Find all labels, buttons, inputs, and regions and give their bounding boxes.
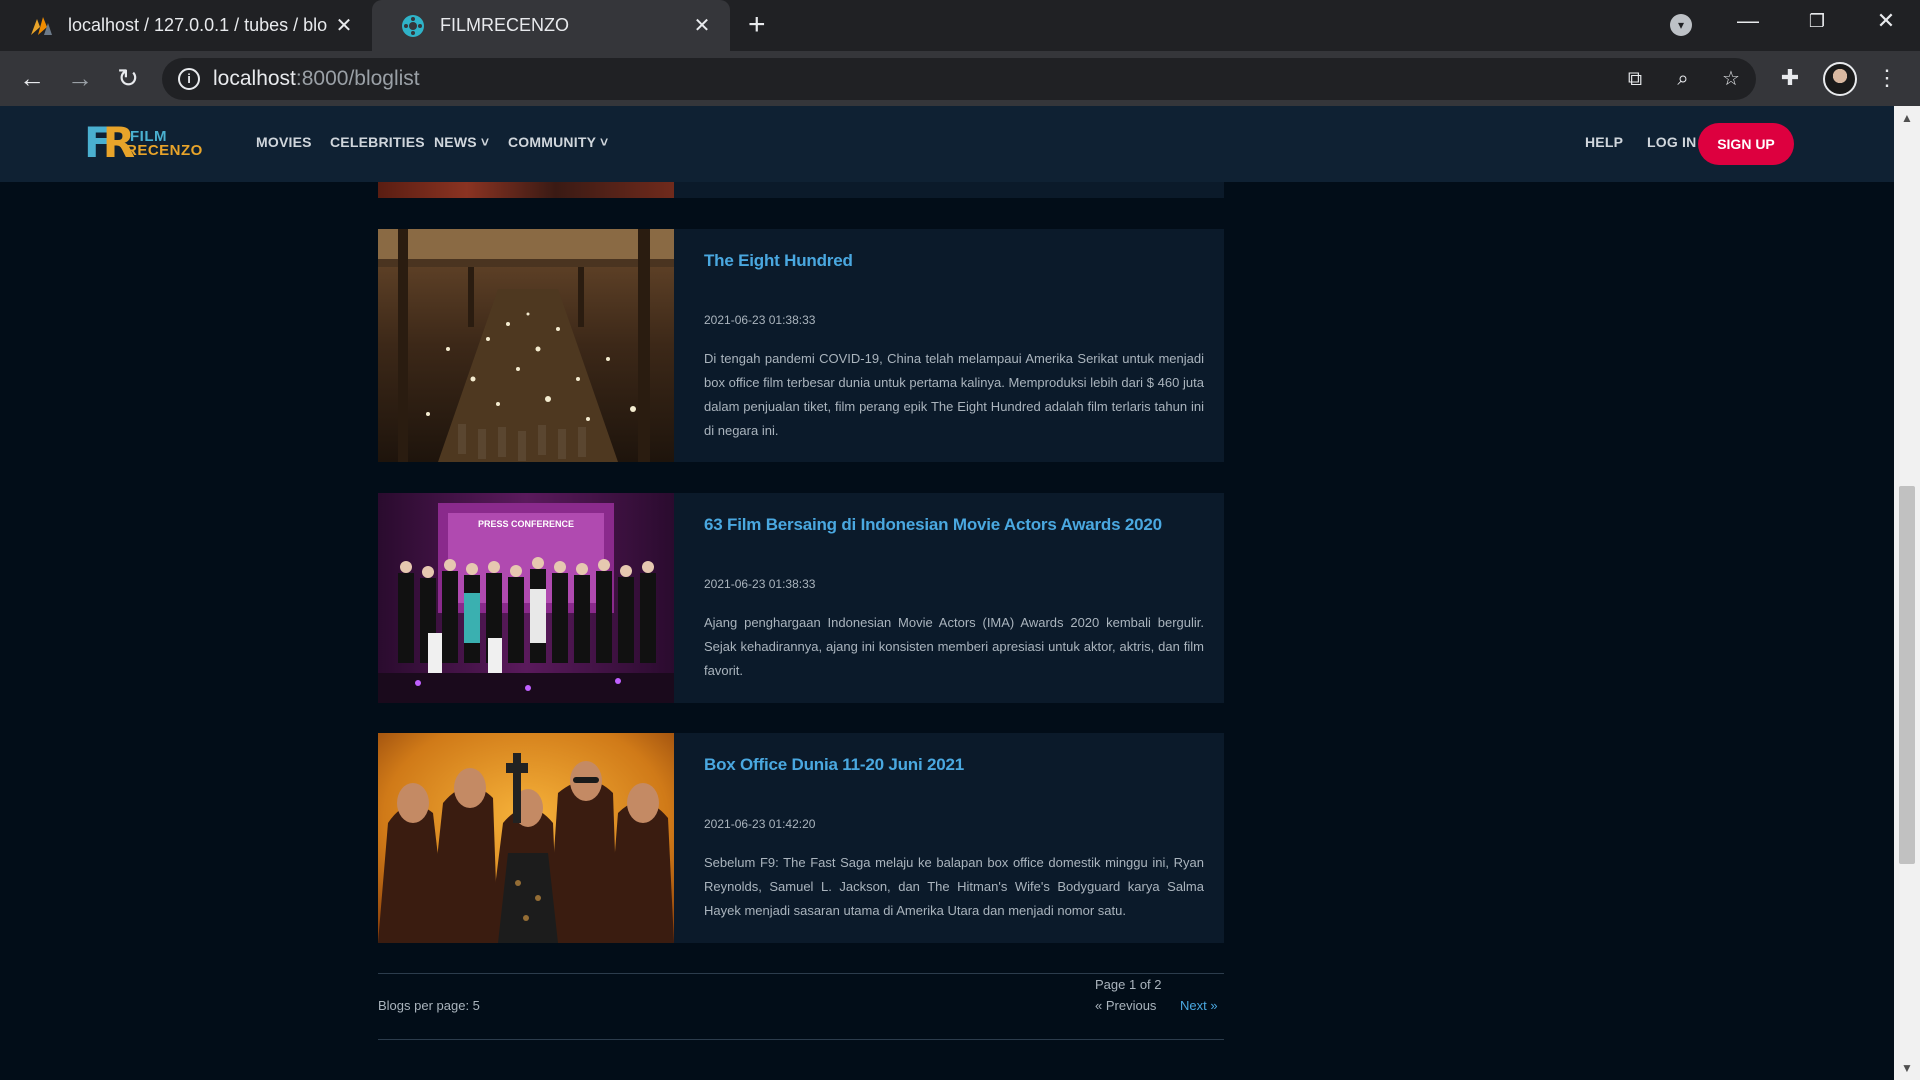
blog-thumbnail[interactable] (378, 733, 674, 943)
blog-excerpt: Di tengah pandemi COVID-19, China telah … (704, 351, 1204, 438)
scroll-down-arrow-icon[interactable]: ▼ (1894, 1058, 1920, 1078)
page-viewport: The Eight Hundred 2021-06-23 01:38:33 Di… (0, 106, 1894, 1080)
pagination-divider-bottom (378, 1039, 1224, 1040)
tab-phpmyadmin[interactable]: localhost / 127.0.0.1 / tubes / blo ✕ (0, 0, 372, 51)
close-tab-icon[interactable]: ✕ (330, 13, 358, 38)
nav-movies[interactable]: MOVIES (256, 134, 312, 150)
film-reel-icon (402, 14, 424, 37)
blog-excerpt: Ajang penghargaan Indonesian Movie Actor… (704, 615, 1204, 678)
nav-celebrities[interactable]: CELEBRITIES (330, 134, 425, 150)
blog-date: 2021-06-23 01:38:33 (704, 577, 816, 591)
restore-icon[interactable]: ❐ (1797, 11, 1837, 32)
hitmans-wifes-bodyguard-image (378, 733, 674, 943)
blogs-per-page: Blogs per page: 5 (378, 998, 480, 1013)
tab-title: localhost / 127.0.0.1 / tubes / blo (68, 15, 328, 35)
back-icon[interactable]: ← (16, 62, 48, 94)
blog-date: 2021-06-23 01:38:33 (704, 313, 816, 327)
new-tab-button[interactable]: + (748, 9, 766, 41)
menu-kebab-icon[interactable]: ⋮ (1871, 62, 1903, 94)
site-header: FR FILM RECENZO MOVIES CELEBRITIES NEWS ˅… (0, 106, 1894, 182)
nav-help[interactable]: HELP (1585, 134, 1623, 150)
page-scrollbar[interactable]: ▲ ▼ (1894, 106, 1920, 1080)
blog-card: PRESS CONFERENCE 63 Film Bersaing di Ind… (378, 493, 1224, 703)
signup-button[interactable]: SIGN UP (1698, 123, 1794, 165)
blog-thumbnail[interactable] (378, 229, 674, 462)
banner-text: PRESS CONFERENCE (478, 519, 574, 529)
blog-title-link[interactable]: The Eight Hundred (704, 251, 853, 271)
bookmark-star-icon[interactable]: ☆ (1718, 67, 1744, 93)
browser-toolbar: ← → ↻ i localhost:8000/bloglist ⧉ ⌕ ☆ ✚ … (0, 51, 1920, 106)
blog-thumbnail[interactable]: PRESS CONFERENCE (378, 493, 674, 703)
scroll-up-arrow-icon[interactable]: ▲ (1894, 108, 1920, 128)
phpmyadmin-icon (31, 16, 52, 35)
site-info-icon[interactable]: i (178, 68, 200, 90)
tab-title: FILMRECENZO (440, 15, 570, 35)
reload-icon[interactable]: ↻ (112, 62, 144, 94)
scroll-thumb[interactable] (1899, 486, 1915, 864)
translate-icon[interactable]: ⧉ (1622, 67, 1648, 93)
eight-hundred-image (378, 229, 674, 462)
tab-search-icon[interactable]: ▾ (1670, 14, 1692, 36)
extensions-icon[interactable]: ✚ (1774, 62, 1806, 94)
minimize-icon[interactable]: — (1728, 8, 1768, 34)
blog-title-link[interactable]: 63 Film Bersaing di Indonesian Movie Act… (704, 515, 1162, 535)
previous-page-link[interactable]: « Previous (1095, 998, 1156, 1013)
blog-card: The Eight Hundred 2021-06-23 01:38:33 Di… (378, 229, 1224, 462)
close-window-icon[interactable]: ✕ (1866, 8, 1906, 34)
blog-date: 2021-06-23 01:42:20 (704, 817, 816, 831)
next-page-link[interactable]: Next » (1180, 998, 1218, 1013)
profile-avatar[interactable] (1823, 62, 1857, 96)
logo-wordmark: FILM RECENZO (126, 128, 203, 159)
filmrecenzo-logo[interactable]: FR FILM RECENZO (84, 118, 202, 168)
browser-tab-bar: localhost / 127.0.0.1 / tubes / blo ✕ FI… (0, 0, 1920, 51)
nav-community[interactable]: COMMUNITY ˅ (508, 134, 608, 150)
address-bar[interactable]: i localhost:8000/bloglist ⧉ ⌕ ☆ (162, 58, 1756, 100)
blog-title-link[interactable]: Box Office Dunia 11-20 Juni 2021 (704, 755, 964, 775)
close-tab-icon[interactable]: ✕ (688, 13, 716, 38)
ima-awards-image: PRESS CONFERENCE (378, 493, 674, 703)
blog-card: Box Office Dunia 11-20 Juni 2021 2021-06… (378, 733, 1224, 943)
chevron-down-icon: ˅ (476, 134, 490, 150)
nav-login[interactable]: LOG IN (1647, 134, 1696, 150)
tab-filmrecenzo[interactable]: FILMRECENZO ✕ (372, 0, 730, 51)
nav-news[interactable]: NEWS ˅ (434, 134, 489, 150)
pagination-divider-top (378, 973, 1224, 974)
zoom-icon[interactable]: ⌕ (1670, 67, 1696, 93)
url-text[interactable]: localhost:8000/bloglist (213, 67, 420, 91)
forward-icon[interactable]: → (64, 62, 96, 94)
page-indicator: Page 1 of 2 (1095, 977, 1162, 992)
blog-excerpt: Sebelum F9: The Fast Saga melaju ke bala… (704, 855, 1204, 918)
chevron-down-icon: ˅ (595, 134, 609, 150)
